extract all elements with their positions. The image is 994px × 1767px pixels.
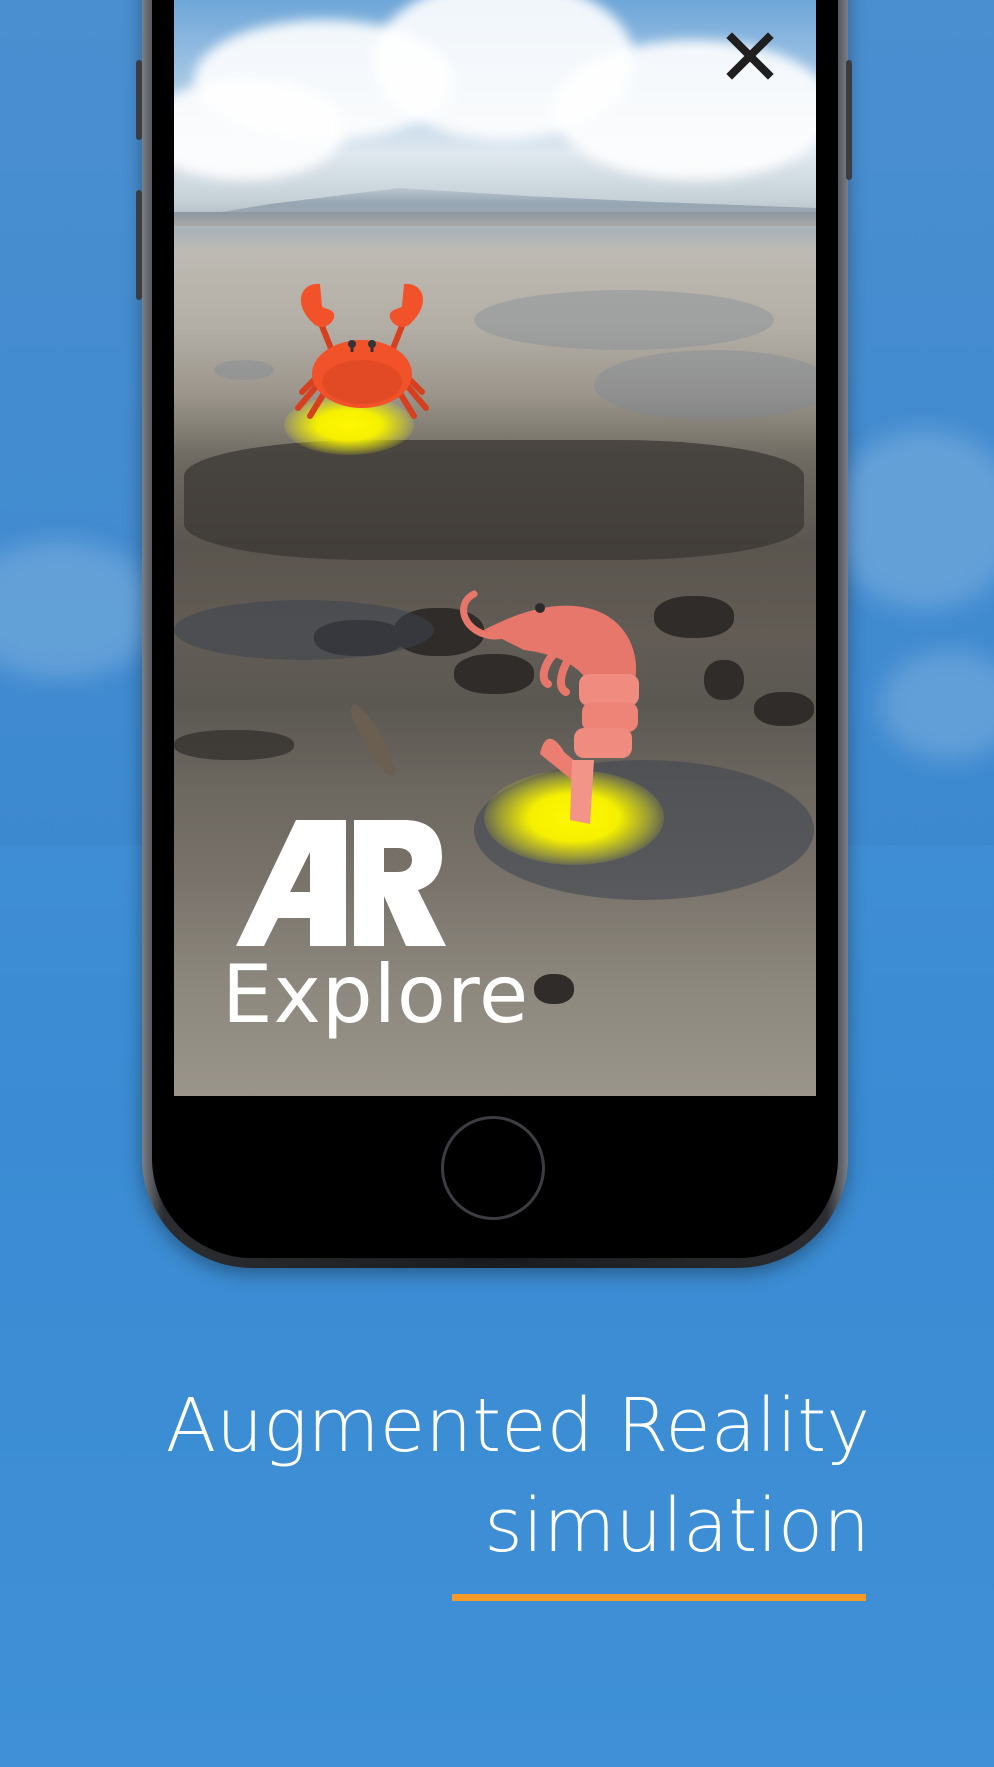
rock [704, 660, 744, 700]
sky-cloud [554, 40, 816, 180]
crab-icon[interactable] [282, 282, 442, 442]
wet-sand [474, 290, 774, 350]
ar-logo: AR [236, 820, 446, 946]
tide-pool [174, 600, 434, 660]
caption-line-1: Augmented Reality [165, 1383, 870, 1469]
rock [754, 692, 814, 726]
ar-camera-view[interactable]: AR Explore [174, 0, 816, 1096]
side-button [846, 60, 852, 180]
close-icon[interactable] [724, 30, 776, 82]
rock [174, 730, 294, 760]
background-cloud [880, 650, 994, 760]
rock [654, 596, 734, 638]
explore-label: Explore [222, 948, 530, 1041]
promo-caption: Augmented Reality simulation [70, 1376, 870, 1576]
caption-line-2: simulation [484, 1483, 870, 1569]
sea-horizon [174, 212, 816, 226]
wet-sand [594, 350, 816, 420]
wet-sand [214, 360, 274, 380]
home-button[interactable] [441, 1116, 545, 1220]
caption-underline [452, 1594, 866, 1601]
side-button [136, 60, 142, 140]
rock-bed [184, 440, 804, 560]
rock [534, 974, 574, 1004]
side-button [136, 190, 142, 300]
driftwood [345, 700, 401, 780]
background-cloud [830, 430, 994, 610]
background-cloud [0, 540, 160, 680]
shrimp-icon[interactable] [444, 584, 664, 824]
